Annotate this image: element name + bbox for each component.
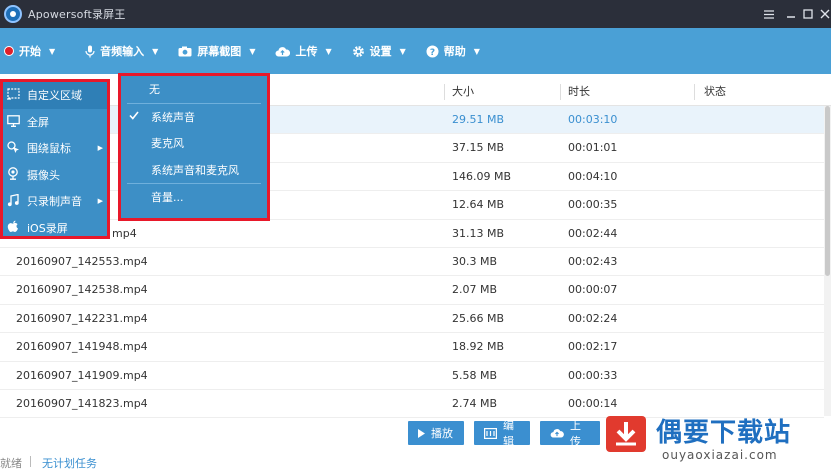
watermark-title: 偶要下载站 bbox=[656, 418, 792, 448]
menu-item-fullscreen[interactable]: 全屏 bbox=[3, 109, 107, 136]
play-icon bbox=[418, 428, 425, 438]
chevron-down-icon: ▼ bbox=[249, 46, 256, 56]
close-icon[interactable] bbox=[814, 0, 831, 28]
column-size-header[interactable]: 大小 bbox=[452, 78, 474, 106]
table-row[interactable]: 20160907_142553.mp4 30.3 MB 00:02:43 bbox=[0, 248, 824, 277]
start-label: 开始 bbox=[19, 45, 41, 58]
column-status-header[interactable]: 状态 bbox=[704, 78, 726, 106]
settings-label: 设置 bbox=[369, 45, 392, 58]
webcam-icon bbox=[6, 167, 20, 181]
cloud-upload-icon bbox=[550, 428, 564, 438]
chevron-down-icon: ▼ bbox=[473, 46, 480, 56]
play-button[interactable]: 播放 bbox=[408, 421, 464, 445]
record-mode-menu: 自定义区域 全屏 围绕鼠标 ▶ 摄像头 只录制声音 ▶ iOS录屏 bbox=[0, 79, 110, 239]
table-row[interactable]: 20160907_141948.mp4 18.92 MB 00:02:17 bbox=[0, 333, 824, 362]
menu-item-system-and-mic[interactable]: 系统声音和麦克风 bbox=[121, 157, 267, 184]
settings-button[interactable]: 设置 ▼ bbox=[352, 28, 406, 74]
app-logo-icon bbox=[4, 5, 22, 23]
monitor-icon bbox=[6, 114, 20, 128]
scrollbar-thumb[interactable] bbox=[825, 106, 830, 276]
help-icon: ? bbox=[426, 45, 439, 58]
list-icon[interactable] bbox=[758, 0, 780, 28]
menu-item-ios-recording[interactable]: iOS录屏 bbox=[3, 215, 107, 242]
chevron-down-icon: ▼ bbox=[152, 46, 159, 56]
table-row[interactable]: 20160907_142231.mp4 25.66 MB 00:02:24 bbox=[0, 305, 824, 334]
screenshot-label: 屏幕截图 bbox=[197, 45, 242, 58]
checkmark-icon bbox=[129, 110, 139, 123]
camera-icon bbox=[178, 46, 192, 57]
column-duration-header[interactable]: 时长 bbox=[568, 78, 590, 106]
watermark-url: ouyaoxiazai.com bbox=[662, 448, 778, 462]
menu-item-audio-none[interactable]: 无 bbox=[121, 76, 267, 103]
svg-text:?: ? bbox=[430, 48, 435, 58]
menu-item-volume[interactable]: 音量... bbox=[121, 184, 267, 211]
upload-menu-button[interactable]: 上传 ▼ bbox=[275, 28, 332, 74]
menu-item-webcam[interactable]: 摄像头 bbox=[3, 162, 107, 189]
menu-item-microphone[interactable]: 麦克风 bbox=[121, 130, 267, 157]
start-button[interactable]: 开始 ▼ bbox=[4, 28, 55, 74]
audio-input-button[interactable]: 音频输入 ▼ bbox=[85, 28, 158, 74]
chevron-down-icon: ▼ bbox=[399, 46, 406, 56]
chevron-right-icon: ▶ bbox=[97, 144, 103, 153]
schedule-link[interactable]: 无计划任务 bbox=[42, 455, 97, 470]
main-toolbar: 开始 ▼ 音频输入 ▼ 屏幕截图 ▼ 上传 ▼ 设置 ▼ ? 帮助 ▼ bbox=[0, 28, 831, 74]
table-row[interactable]: 20160907_142538.mp4 2.07 MB 00:00:07 bbox=[0, 276, 824, 305]
screenshot-button[interactable]: 屏幕截图 ▼ bbox=[178, 28, 255, 74]
menu-item-around-mouse[interactable]: 围绕鼠标 ▶ bbox=[3, 135, 107, 162]
audio-input-menu: 无 系统声音 麦克风 系统声音和麦克风 音量... bbox=[118, 73, 270, 221]
table-row[interactable]: 20160907_141909.mp4 5.58 MB 00:00:33 bbox=[0, 362, 824, 390]
menu-item-audio-only[interactable]: 只录制声音 ▶ bbox=[3, 188, 107, 215]
upload-button[interactable]: 上传 bbox=[540, 419, 600, 448]
watermark: 偶要下载站 ouyaoxiazai.com bbox=[600, 402, 831, 470]
table-scrollbar[interactable] bbox=[824, 106, 831, 416]
edit-button[interactable]: 编辑 bbox=[474, 419, 530, 448]
help-label: 帮助 bbox=[443, 45, 466, 58]
chevron-right-icon: ▶ bbox=[97, 197, 103, 206]
cursor-icon bbox=[6, 140, 20, 154]
music-icon bbox=[6, 193, 20, 207]
upload-menu-label: 上传 bbox=[295, 45, 318, 58]
region-icon bbox=[6, 87, 20, 101]
menu-item-custom-region[interactable]: 自定义区域 bbox=[3, 82, 107, 109]
download-badge-icon bbox=[606, 416, 646, 452]
microphone-icon bbox=[85, 45, 95, 58]
title-bar: Apowersoft录屏王 bbox=[0, 0, 831, 28]
record-icon bbox=[4, 46, 14, 56]
table-row[interactable]: mp4 31.13 MB 00:02:44 bbox=[0, 220, 824, 248]
edit-icon bbox=[484, 427, 497, 439]
window-title: Apowersoft录屏王 bbox=[28, 8, 126, 21]
cloud-upload-icon bbox=[275, 46, 291, 57]
menu-item-system-sound[interactable]: 系统声音 bbox=[121, 104, 267, 131]
status-text: 就绪 bbox=[0, 457, 22, 470]
gear-icon bbox=[352, 45, 365, 58]
chevron-down-icon: ▼ bbox=[49, 46, 56, 56]
apple-icon bbox=[6, 220, 20, 234]
audio-input-label: 音频输入 bbox=[100, 45, 145, 58]
help-button[interactable]: ? 帮助 ▼ bbox=[426, 28, 480, 74]
chevron-down-icon: ▼ bbox=[325, 46, 332, 56]
